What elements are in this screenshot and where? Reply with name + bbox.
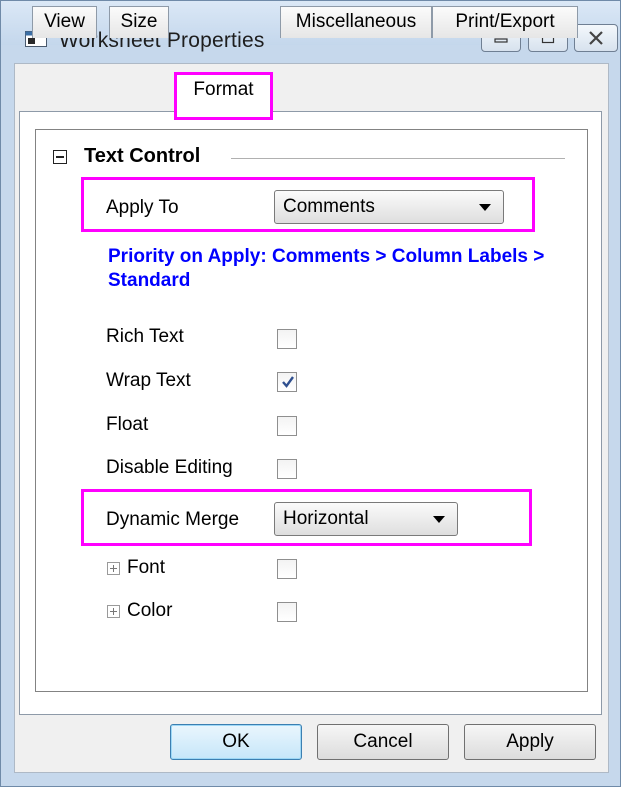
rich-text-checkbox[interactable] [277, 329, 297, 349]
expand-color-icon[interactable] [107, 605, 120, 618]
group-title: Text Control [84, 145, 201, 167]
apply-to-value: Comments [283, 196, 375, 217]
apply-to-label: Apply To [106, 197, 179, 218]
color-label: Color [127, 600, 173, 621]
tab-miscellaneous[interactable]: Miscellaneous [280, 6, 432, 38]
disable-editing-checkbox[interactable] [277, 459, 297, 479]
rich-text-label: Rich Text [106, 326, 184, 347]
color-checkbox[interactable] [277, 602, 297, 622]
float-checkbox[interactable] [277, 416, 297, 436]
checkmark-icon [282, 376, 294, 388]
disable-editing-label: Disable Editing [106, 457, 233, 478]
apply-to-dropdown[interactable]: Comments [274, 190, 504, 224]
dynamic-merge-label: Dynamic Merge [106, 509, 240, 530]
group-divider [231, 158, 565, 159]
cancel-button[interactable]: Cancel [317, 724, 449, 760]
priority-note: Priority on Apply: Comments > Column Lab… [108, 246, 545, 291]
dynamic-merge-value: Horizontal [283, 508, 369, 529]
tab-view[interactable]: View [32, 6, 97, 38]
tab-size[interactable]: Size [109, 6, 169, 38]
wrap-text-checkbox[interactable] [277, 372, 297, 392]
collapse-icon[interactable] [53, 150, 67, 164]
font-checkbox[interactable] [277, 559, 297, 579]
expand-font-icon[interactable] [107, 562, 120, 575]
tab-format[interactable]: Format [176, 74, 271, 114]
dropdown-arrow-icon [433, 516, 445, 523]
font-label: Font [127, 557, 166, 578]
dropdown-arrow-icon [479, 204, 491, 211]
float-label: Float [106, 414, 149, 435]
dynamic-merge-dropdown[interactable]: Horizontal [274, 502, 458, 536]
tab-print-export[interactable]: Print/Export [432, 6, 578, 38]
wrap-text-label: Wrap Text [106, 370, 191, 391]
close-button[interactable] [574, 24, 618, 52]
ok-button[interactable]: OK [170, 724, 302, 760]
apply-button[interactable]: Apply [464, 724, 596, 760]
close-icon [589, 31, 603, 45]
